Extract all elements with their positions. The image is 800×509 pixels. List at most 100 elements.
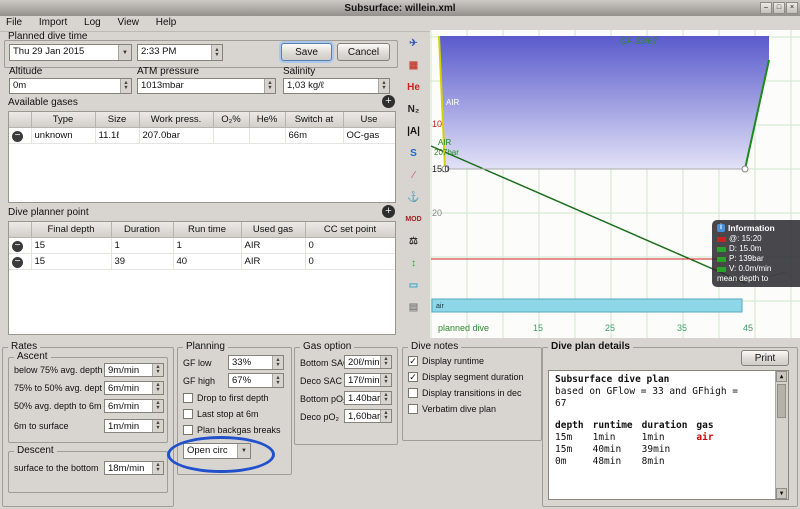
spinner-arrows-icon[interactable] bbox=[380, 392, 391, 404]
gas-use-cell[interactable]: OC-gas bbox=[343, 127, 395, 144]
tank-bar-toggle-icon[interactable]: ▭ bbox=[401, 275, 426, 296]
plan-backgas-breaks-checkbox[interactable]: Plan backgas breaks bbox=[183, 425, 281, 435]
title-bar[interactable]: Subsurface: willein.xml bbox=[0, 0, 800, 16]
point-depth-cell[interactable]: 15 bbox=[31, 253, 112, 270]
point-duration-cell[interactable]: 39 bbox=[111, 253, 174, 270]
spinner-arrows-icon[interactable] bbox=[152, 420, 163, 432]
gas-switch-icon[interactable]: ↕ bbox=[401, 253, 426, 274]
ascent-rate-2-spinner[interactable]: 6m/min bbox=[104, 381, 164, 395]
gas-switchat-cell[interactable]: 66m bbox=[285, 127, 344, 144]
spinner-arrows-icon[interactable] bbox=[211, 45, 222, 60]
add-point-button[interactable]: + bbox=[382, 205, 395, 218]
drop-to-first-depth-checkbox[interactable]: Drop to first depth bbox=[183, 393, 269, 403]
point-depth-cell[interactable]: 15 bbox=[31, 237, 112, 254]
photos-toggle-icon[interactable]: ▤ bbox=[401, 297, 426, 318]
maximize-icon[interactable]: □ bbox=[773, 2, 785, 14]
remove-gas-icon[interactable]: − bbox=[12, 130, 23, 142]
circuit-mode-select[interactable]: Open circ bbox=[183, 443, 251, 459]
point-setpoint-cell[interactable]: 0 bbox=[305, 237, 395, 254]
gf-low-spinner[interactable]: 33% bbox=[228, 355, 284, 370]
mod-toggle-icon[interactable]: MOD bbox=[401, 209, 426, 230]
diver-icon[interactable]: ⚓ bbox=[401, 187, 426, 208]
gas-workpress-cell[interactable]: 207.0bar bbox=[139, 127, 214, 144]
gas-type-cell[interactable]: unknown bbox=[31, 127, 96, 144]
spinner-arrows-icon[interactable] bbox=[152, 364, 163, 376]
spinner-arrows-icon[interactable] bbox=[380, 374, 391, 386]
spinner-arrows-icon[interactable] bbox=[152, 382, 163, 394]
ruler-icon[interactable]: ∕ bbox=[401, 165, 426, 186]
ascent-rate-1-spinner[interactable]: 9m/min bbox=[104, 363, 164, 377]
spinner-arrows-icon[interactable] bbox=[378, 79, 389, 93]
checkbox-icon[interactable]: ✓ bbox=[408, 356, 418, 366]
gas-o2-cell[interactable] bbox=[213, 127, 250, 144]
spinner-arrows-icon[interactable] bbox=[272, 356, 283, 369]
bottom-po2-spinner[interactable]: 1.40bar bbox=[344, 391, 392, 405]
ascent-rate-4-spinner[interactable]: 1m/min bbox=[104, 419, 164, 433]
cancel-button[interactable]: Cancel bbox=[337, 43, 390, 61]
dive-time-spinner[interactable]: 2:33 PM bbox=[137, 44, 223, 61]
verbatim-dive-plan-checkbox[interactable]: Verbatim dive plan bbox=[408, 404, 534, 414]
remove-point-icon[interactable]: − bbox=[12, 240, 23, 252]
spinner-arrows-icon[interactable] bbox=[380, 356, 391, 368]
gf-high-spinner[interactable]: 67% bbox=[228, 373, 284, 388]
close-icon[interactable]: × bbox=[786, 2, 798, 14]
dive-date-select[interactable]: Thu 29 Jan 2015 bbox=[9, 44, 132, 61]
display-runtime-checkbox[interactable]: ✓ Display runtime bbox=[408, 356, 534, 366]
checkbox-icon[interactable] bbox=[408, 404, 418, 414]
descent-rate-spinner[interactable]: 18m/min bbox=[104, 461, 164, 475]
sac-toggle-icon[interactable]: S bbox=[401, 143, 426, 164]
menu-log[interactable]: Log bbox=[78, 16, 109, 28]
scroll-down-icon[interactable] bbox=[776, 488, 787, 499]
checkbox-icon[interactable] bbox=[183, 409, 193, 419]
print-button[interactable]: Print bbox=[741, 350, 789, 366]
gas-size-cell[interactable]: 11.1ℓ bbox=[95, 127, 140, 144]
spinner-arrows-icon[interactable] bbox=[152, 462, 163, 474]
minimize-icon[interactable]: – bbox=[760, 2, 772, 14]
salinity-spinner[interactable]: 1,03 kg/ℓ bbox=[283, 78, 390, 94]
menu-help[interactable]: Help bbox=[150, 16, 185, 28]
point-gas-cell[interactable]: AIR bbox=[241, 237, 306, 254]
add-gas-button[interactable]: + bbox=[382, 95, 395, 108]
point-setpoint-cell[interactable]: 0 bbox=[305, 253, 395, 270]
point-duration-cell[interactable]: 1 bbox=[111, 237, 174, 254]
menu-import[interactable]: Import bbox=[33, 16, 75, 28]
menu-file[interactable]: File bbox=[0, 16, 30, 28]
airplane-icon[interactable]: ✈ bbox=[401, 33, 426, 54]
spinner-arrows-icon[interactable] bbox=[152, 400, 163, 412]
bottom-sac-spinner[interactable]: 20ℓ/min bbox=[344, 355, 392, 369]
deco-po2-spinner[interactable]: 1,60bar bbox=[344, 409, 392, 423]
gas-he-cell[interactable] bbox=[249, 127, 286, 144]
chevron-down-icon[interactable] bbox=[118, 45, 131, 60]
spinner-arrows-icon[interactable] bbox=[380, 410, 391, 422]
checkbox-icon[interactable] bbox=[183, 393, 193, 403]
remove-point-icon[interactable]: − bbox=[12, 256, 23, 268]
pn2-toggle-icon[interactable]: N₂ bbox=[401, 99, 426, 120]
phe-toggle-icon[interactable]: He bbox=[401, 77, 426, 98]
spinner-arrows-icon[interactable] bbox=[120, 79, 131, 93]
checkbox-icon[interactable] bbox=[408, 388, 418, 398]
point-gas-cell[interactable]: AIR bbox=[241, 253, 306, 270]
point-runtime-cell[interactable]: 40 bbox=[173, 253, 242, 270]
plan-scrollbar[interactable] bbox=[775, 371, 788, 499]
deco-sac-spinner[interactable]: 17ℓ/min bbox=[344, 373, 392, 387]
menu-view[interactable]: View bbox=[112, 16, 148, 28]
display-segment-duration-checkbox[interactable]: ✓ Display segment duration bbox=[408, 372, 534, 382]
last-stop-6m-checkbox[interactable]: Last stop at 6m bbox=[183, 409, 259, 419]
avg-depth-toggle-icon[interactable]: |A| bbox=[401, 121, 426, 142]
spinner-arrows-icon[interactable] bbox=[264, 79, 275, 93]
save-button[interactable]: Save bbox=[281, 43, 332, 61]
atm-pressure-spinner[interactable]: 1013mbar bbox=[137, 78, 276, 94]
waypoint-handle[interactable] bbox=[741, 165, 749, 173]
chevron-down-icon[interactable] bbox=[237, 444, 250, 458]
display-transitions-checkbox[interactable]: Display transitions in dec bbox=[408, 388, 534, 398]
scroll-up-icon[interactable] bbox=[776, 371, 787, 382]
dive-profile-chart[interactable]: air GF 33/67 AIR 10 AIR 207bar 15.0 20 1… bbox=[430, 30, 800, 338]
checkbox-icon[interactable]: ✓ bbox=[408, 372, 418, 382]
ascent-rate-3-spinner[interactable]: 6m/min bbox=[104, 399, 164, 413]
spinner-arrows-icon[interactable] bbox=[272, 374, 283, 387]
altitude-spinner[interactable]: 0m bbox=[9, 78, 132, 94]
checkbox-icon[interactable] bbox=[183, 425, 193, 435]
point-runtime-cell[interactable]: 1 bbox=[173, 237, 242, 254]
scale-toggle-icon[interactable]: ⚖ bbox=[401, 231, 426, 252]
scrollbar-thumb[interactable] bbox=[777, 384, 786, 418]
